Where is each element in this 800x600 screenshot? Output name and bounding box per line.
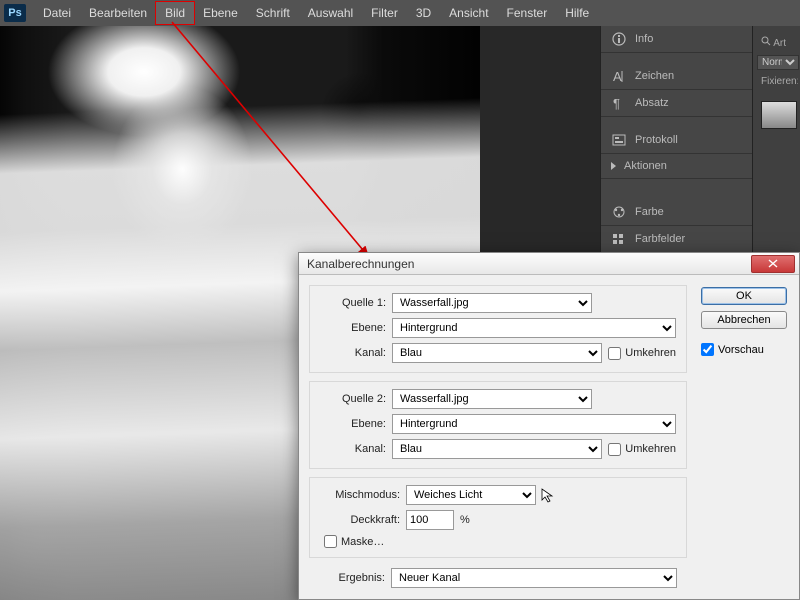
menu-ebene[interactable]: Ebene [194,2,247,24]
dialog-titlebar[interactable]: Kanalberechnungen [299,253,799,275]
cursor-icon [540,487,556,503]
menu-3d[interactable]: 3D [407,2,440,24]
panel-farbe[interactable]: Farbe [601,199,752,226]
menu-bild[interactable]: Bild [156,2,194,24]
svg-text:A: A [613,69,622,83]
source1-channel-label: Kanal: [320,347,386,359]
source1-channel-select[interactable]: Blau [392,343,602,363]
source1-layer-label: Ebene: [320,322,386,334]
blend-mode-select-dialog[interactable]: Weiches Licht [406,485,536,505]
close-icon [768,259,778,268]
panel-label: Protokoll [635,134,678,146]
play-icon [611,162,616,170]
panel-absatz[interactable]: ¶ Absatz [601,90,752,117]
preview-checkbox[interactable]: Vorschau [701,343,787,356]
result-label: Ergebnis: [319,572,385,584]
swatches-icon [611,232,627,246]
panel-label: Absatz [635,97,669,109]
panel-info[interactable]: Info [601,26,752,53]
opacity-suffix: % [460,514,470,526]
source2-invert-checkbox[interactable]: Umkehren [608,443,676,456]
blend-mode-select[interactable]: Normal [757,55,799,70]
menu-ansicht[interactable]: Ansicht [440,2,497,24]
menu-bearbeiten[interactable]: Bearbeiten [80,2,156,24]
result-select[interactable]: Neuer Kanal [391,568,677,588]
menu-schrift[interactable]: Schrift [247,2,299,24]
panel-farbfelder[interactable]: Farbfelder [601,226,752,253]
source1-label: Quelle 1: [320,297,386,309]
source1-layer-select[interactable]: Hintergrund [392,318,676,338]
blend-mode-label: Mischmodus: [320,489,400,501]
source1-group: Quelle 1: Wasserfall.jpg Ebene: Hintergr… [309,285,687,373]
paragraph-icon: ¶ [611,96,627,110]
search-icon [761,36,771,46]
history-icon [611,133,627,147]
source2-channel-select[interactable]: Blau [392,439,602,459]
panel-protokoll[interactable]: Protokoll [601,127,752,154]
panel-label: Aktionen [624,160,667,172]
panel-label: Info [635,33,653,45]
panel-zeichen[interactable]: A Zeichen [601,63,752,90]
source2-channel-label: Kanal: [320,443,386,455]
mask-checkbox[interactable]: Maske… [324,535,384,548]
menu-filter[interactable]: Filter [362,2,407,24]
source1-invert-checkbox[interactable]: Umkehren [608,347,676,360]
source2-select[interactable]: Wasserfall.jpg [392,389,592,409]
menu-fenster[interactable]: Fenster [498,2,557,24]
source1-select[interactable]: Wasserfall.jpg [392,293,592,313]
close-button[interactable] [751,255,795,273]
menu-datei[interactable]: Datei [34,2,80,24]
ok-button[interactable]: OK [701,287,787,305]
menu-hilfe[interactable]: Hilfe [556,2,598,24]
panel-label: Zeichen [635,70,674,82]
source2-layer-select[interactable]: Hintergrund [392,414,676,434]
svg-text:¶: ¶ [613,96,620,110]
menubar: Ps DateiBearbeitenBildEbeneSchriftAuswah… [0,0,800,26]
blend-group: Mischmodus: Weiches Licht Deckkraft: % M… [309,477,687,558]
dialog-title: Kanalberechnungen [307,257,414,271]
info-icon [611,32,627,46]
source2-label: Quelle 2: [320,393,386,405]
cancel-button[interactable]: Abbrechen [701,311,787,329]
panel-label: Farbe [635,206,664,218]
opacity-input[interactable] [406,510,454,530]
panel-aktionen[interactable]: Aktionen [601,154,752,179]
lock-label: Fixieren: [755,72,798,91]
art-label: Art [773,38,786,49]
source2-group: Quelle 2: Wasserfall.jpg Ebene: Hintergr… [309,381,687,469]
layer-thumbnail[interactable] [761,101,797,129]
character-icon: A [611,69,627,83]
menu-auswahl[interactable]: Auswahl [299,2,362,24]
source2-layer-label: Ebene: [320,418,386,430]
opacity-label: Deckkraft: [320,514,400,526]
calculations-dialog: Kanalberechnungen Quelle 1: Wasserfall.j… [298,252,800,600]
app-logo-icon: Ps [4,4,26,22]
panel-label: Farbfelder [635,233,685,245]
color-icon [611,205,627,219]
